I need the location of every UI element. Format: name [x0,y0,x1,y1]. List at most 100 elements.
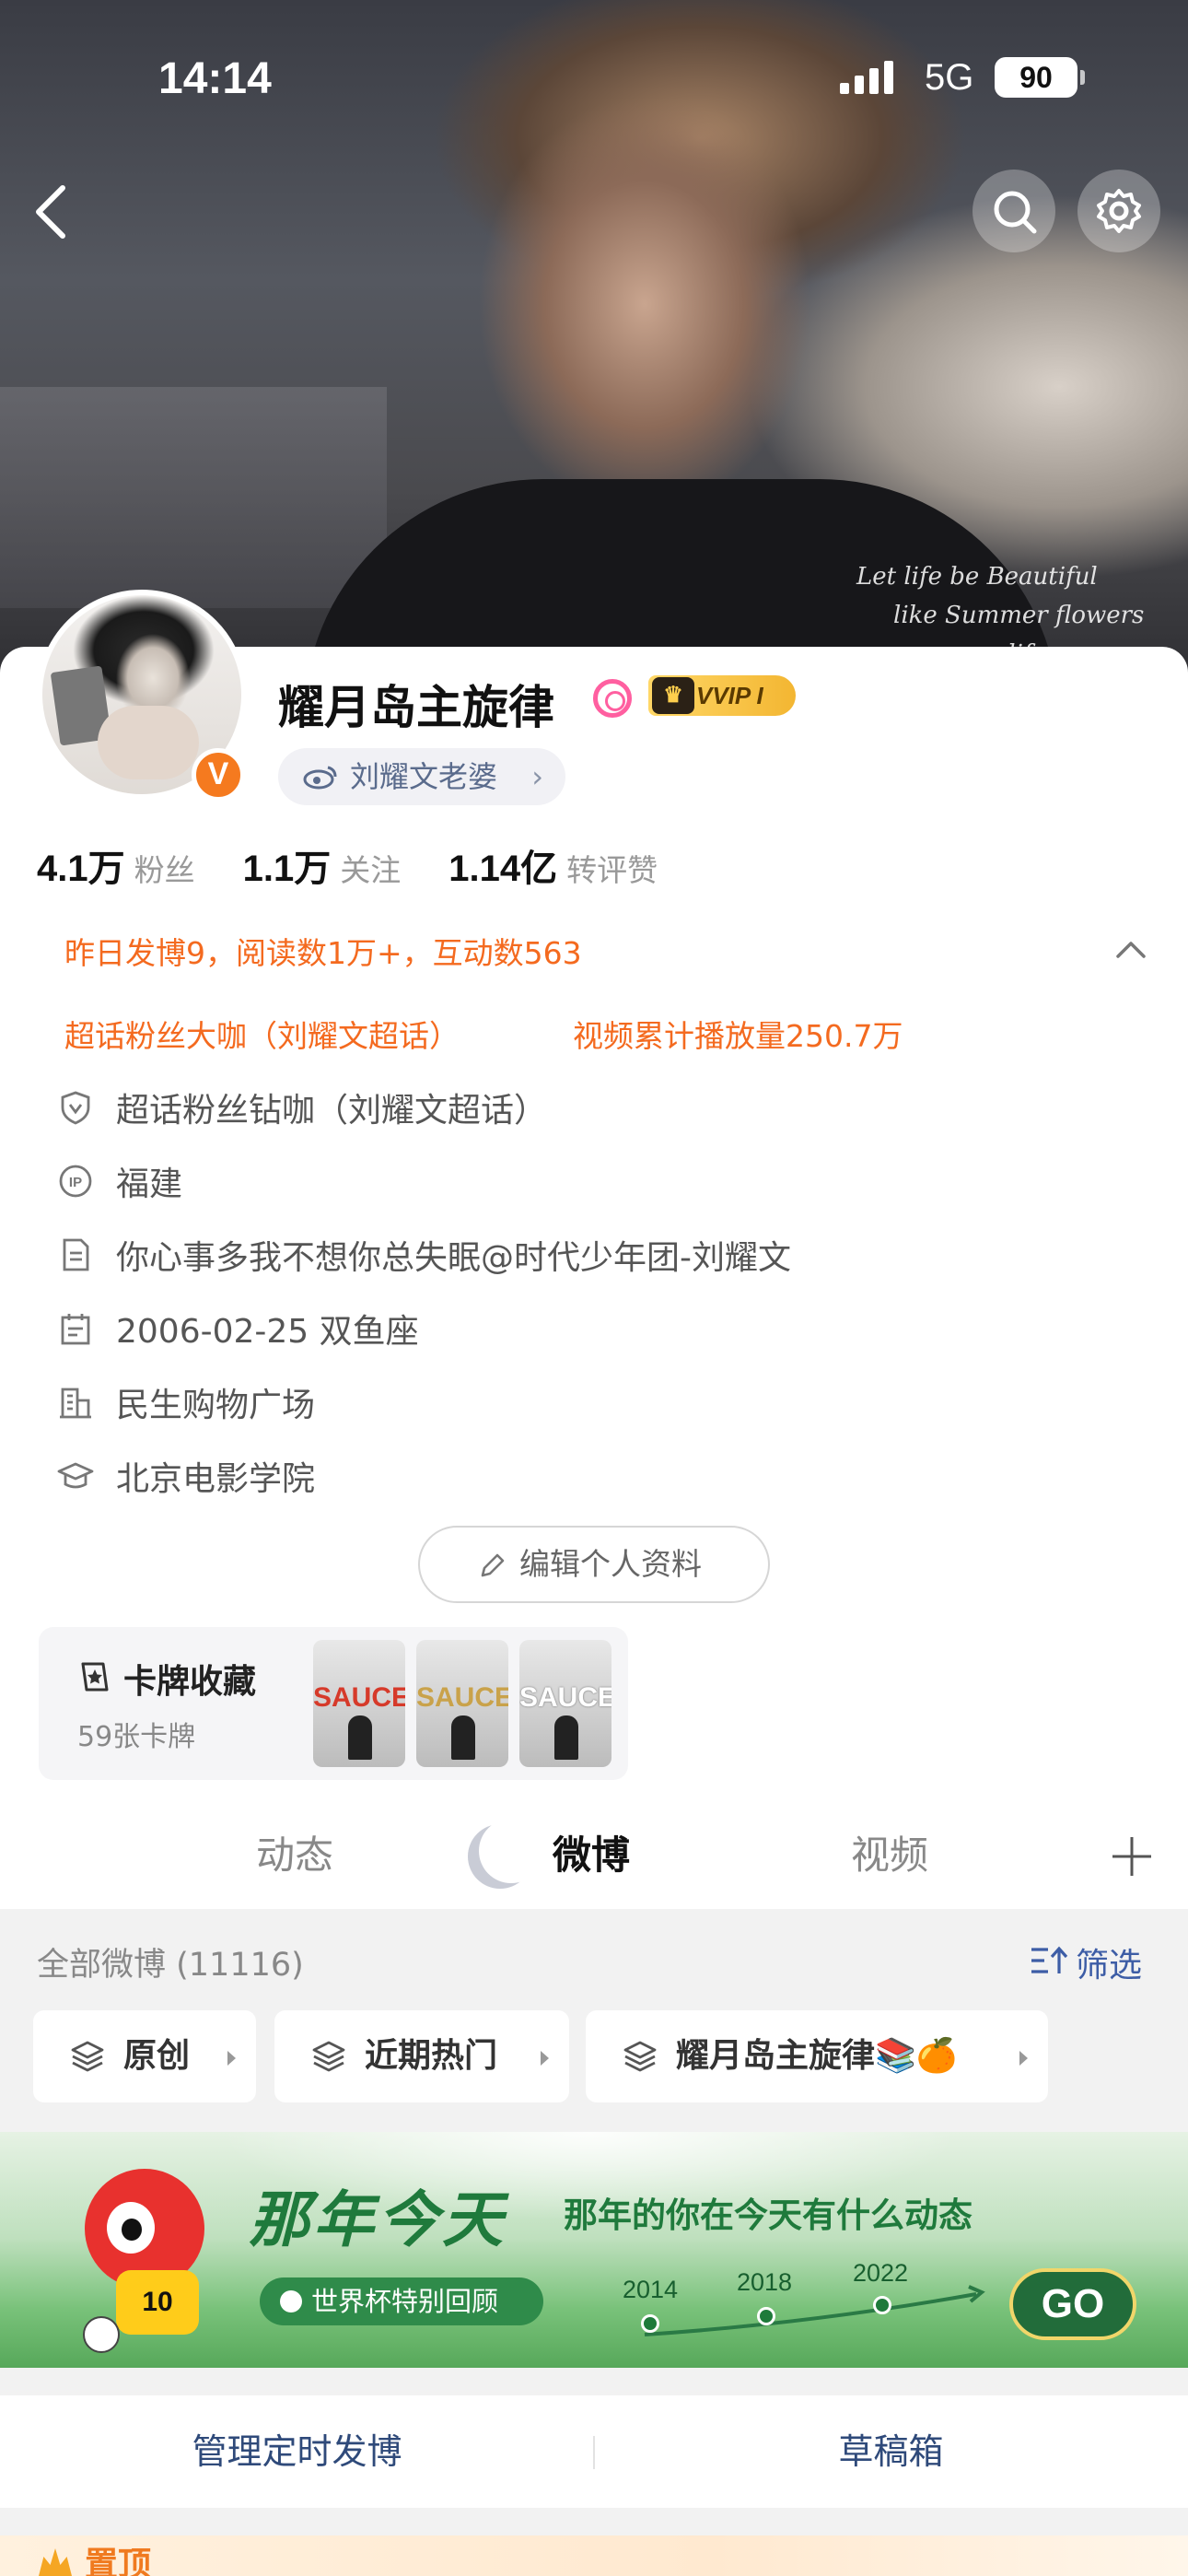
vvip-badge[interactable]: ♛ VVIP I [648,675,796,716]
weibo-eye-icon [303,766,337,790]
info-row-company: 民生购物广场 [55,1375,315,1430]
layers-icon [623,2041,657,2072]
chip-hot[interactable]: 近期热门 [274,2010,569,2102]
card-collection[interactable]: 卡牌收藏 59张卡牌 SAUCE SAUCE SAUCE [39,1627,628,1780]
edit-profile-button[interactable]: 编辑个人资料 [418,1526,770,1603]
caret-right-icon [227,2051,236,2066]
signal-icon [840,61,893,94]
year-2022: 2022 [853,2259,909,2287]
calendar-icon [61,1314,90,1345]
timeline-dot [757,2307,775,2325]
info-text: 北京电影学院 [116,1460,316,1498]
stat-likes[interactable]: 1.14亿 转评赞 [448,838,658,892]
caret-right-icon [1019,2051,1028,2066]
back-arrow-icon [36,185,65,239]
pinned-section: 置顶 [0,2535,1188,2576]
profile-name: 耀月岛主旋律 [278,681,554,734]
script-line-1: Let life be Beautiful [856,563,1098,591]
info-row-birthday: 2006-02-25 双鱼座 [55,1301,419,1356]
chevron-right-icon: › [531,759,543,794]
stat-following[interactable]: 1.1万 关注 [243,838,402,892]
layers-icon [71,2041,104,2072]
manage-scheduled-button[interactable]: 管理定时发博 [0,2395,594,2508]
gear-icon [1097,189,1141,233]
settings-button[interactable] [1077,170,1160,252]
info-text: 2006-02-25 双鱼座 [116,1313,419,1351]
crown-icon: ♛ [652,677,694,714]
graduation-cap-icon [57,1462,94,1489]
network-type: 5G [925,57,974,98]
info-text: 民生购物广场 [116,1387,316,1424]
card-thumb-3[interactable]: SAUCE [519,1640,611,1767]
building-icon [60,1388,91,1419]
ip-location-icon: IP [59,1165,92,1198]
chevron-up-icon[interactable] [1112,934,1149,962]
banner-title: 那年今天 [249,2184,507,2255]
go-button[interactable]: GO [1009,2268,1136,2340]
info-text: 超话粉丝钻咖（刘耀文超话） [116,1092,548,1130]
on-this-day-banner[interactable]: 10 那年今天 那年的你在今天有什么动态 世界杯特别回顾 2014 2018 2… [0,2132,1188,2368]
back-button[interactable] [26,175,81,249]
filter-button[interactable]: 筛选 [1030,1938,1142,1986]
card-thumb-2[interactable]: SAUCE [416,1640,508,1767]
layers-icon [312,2041,345,2072]
world-cup-pill: 世界杯特别回顾 [260,2277,543,2325]
tab-video[interactable]: 视频 [851,1824,928,1880]
search-icon [994,191,1037,234]
fan-tag-label: 刘耀文老婆 [350,759,498,794]
caret-right-icon [541,2051,549,2066]
search-button[interactable] [973,170,1055,252]
script-line-2: like Summer flowers [893,602,1145,629]
info-row-bio: 你心事多我不想你总失眠@时代少年团-刘耀文 [55,1227,791,1282]
card-collection-title: 卡牌收藏 [76,1655,256,1703]
add-tab-icon[interactable] [1111,1835,1153,1878]
banner-subtitle: 那年的你在今天有什么动态 [564,2195,973,2235]
super-topic-icon[interactable] [593,679,632,718]
card-star-icon [81,1662,109,1692]
chip-custom-group[interactable]: 耀月岛主旋律📚🍊 [586,2010,1048,2102]
post-actions: 管理定时发博 草稿箱 [0,2395,1188,2508]
timeline-dot [873,2296,891,2314]
filter-icon [1031,1946,1068,1973]
honor-video-plays[interactable]: 视频累计播放量250.7万 [573,1012,903,1056]
year-2014: 2014 [623,2276,679,2303]
mascot-jersey: 10 [116,2270,199,2335]
edit-profile-label: 编辑个人资料 [519,1546,702,1582]
pencil-icon [481,1553,505,1577]
profile-stats: 4.1万 粉丝 1.1万 关注 1.14亿 转评赞 [37,838,658,892]
timeline-dot [641,2314,659,2333]
info-row-school: 北京电影学院 [55,1448,315,1504]
info-row-ip: IP 福建 [55,1153,182,1209]
info-text: 你心事多我不想你总失眠@时代少年团-刘耀文 [116,1239,791,1277]
stat-fans[interactable]: 4.1万 粉丝 [37,838,195,892]
status-bar: 14:14 5G 90 [0,53,1188,109]
verified-badge: V [192,748,245,802]
drafts-button[interactable]: 草稿箱 [594,2395,1188,2508]
info-row-fan-level: 超话粉丝钻咖（刘耀文超话） [55,1080,547,1135]
timeline-line [644,2285,985,2336]
card-collection-count: 59张卡牌 [77,1721,196,1753]
yesterday-notice[interactable]: 昨日发博9，阅读数1万+，互动数563 [64,929,582,973]
pinned-label: 置顶 [85,2546,152,2576]
vip-level: I [756,682,763,709]
crown-icon [39,2548,72,2576]
vip-label: VVIP [696,682,751,709]
document-icon [63,1238,89,1271]
fan-tag[interactable]: 刘耀文老婆 › [278,748,565,805]
info-text: 福建 [116,1165,183,1203]
year-2018: 2018 [737,2268,793,2296]
tab-dynamic[interactable]: 动态 [256,1824,333,1880]
tab-weibo[interactable]: 微博 [553,1824,630,1880]
profile-tabs: 动态 微博 视频 [0,1798,1188,1909]
chip-original[interactable]: 原创 [33,2010,256,2102]
status-time: 14:14 [158,54,272,103]
battery-icon: 90 [995,57,1085,98]
avatar-hands [98,706,199,779]
svg-text:IP: IP [69,1175,82,1190]
moon-decoration-icon [479,1819,543,1883]
card-thumb-1[interactable]: SAUCE [313,1640,405,1767]
background-desk [0,387,387,608]
shield-icon [61,1091,90,1125]
feed-count: 全部微博 (11116) [37,1947,304,1984]
honor-super-topic[interactable]: 超话粉丝大咖（刘耀文超话） [64,1012,460,1056]
